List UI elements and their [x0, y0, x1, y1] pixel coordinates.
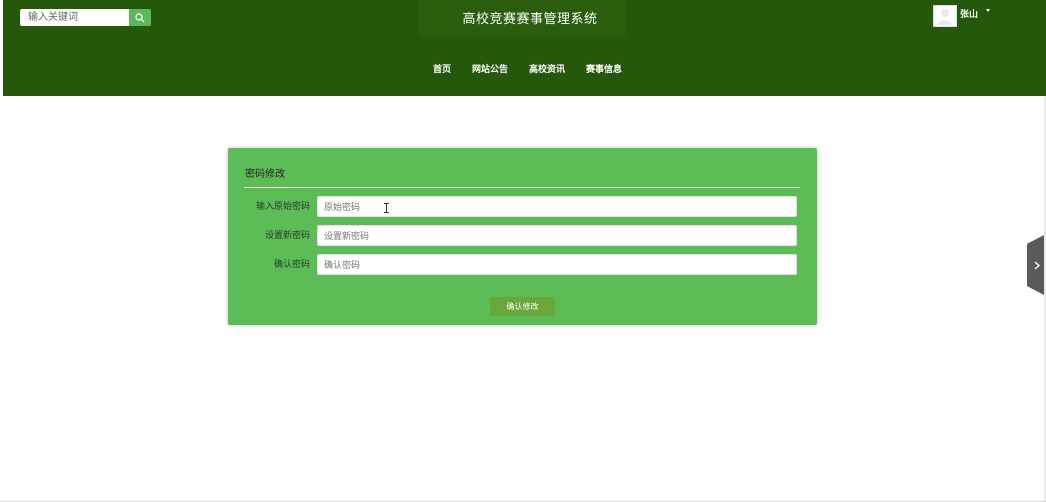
- avatar[interactable]: [933, 5, 957, 27]
- nav-item-news[interactable]: 高校资讯: [529, 62, 565, 75]
- user-avatar-icon: [937, 9, 953, 25]
- chevron-right-icon: [1034, 261, 1040, 270]
- new-password-input[interactable]: [317, 225, 797, 246]
- confirm-change-button[interactable]: 确认修改: [490, 297, 555, 316]
- nav-item-events[interactable]: 赛事信息: [586, 62, 622, 75]
- panel-title: 密码修改: [245, 169, 285, 180]
- divider: [244, 187, 800, 188]
- search-icon: [135, 13, 145, 23]
- field-label-confirm-password: 确认密码: [273, 259, 310, 269]
- old-password-input[interactable]: [317, 196, 797, 217]
- search-button[interactable]: [129, 9, 151, 26]
- nav-item-home[interactable]: 首页: [433, 62, 451, 75]
- confirm-password-input[interactable]: [317, 254, 797, 275]
- user-name[interactable]: 张山: [960, 7, 978, 20]
- search-input[interactable]: [20, 9, 129, 26]
- password-change-panel: 密码修改 输入原始密码 设置新密码 确认密码 确认修改: [228, 148, 817, 325]
- site-title: 高校竞赛赛事管理系统: [462, 11, 598, 26]
- nav-item-announcements[interactable]: 网站公告: [472, 62, 508, 75]
- field-label-new-password: 设置新密码: [264, 230, 310, 240]
- field-label-old-password: 输入原始密码: [255, 201, 310, 211]
- chevron-down-icon[interactable]: [986, 9, 990, 12]
- text-cursor-icon: [384, 203, 389, 213]
